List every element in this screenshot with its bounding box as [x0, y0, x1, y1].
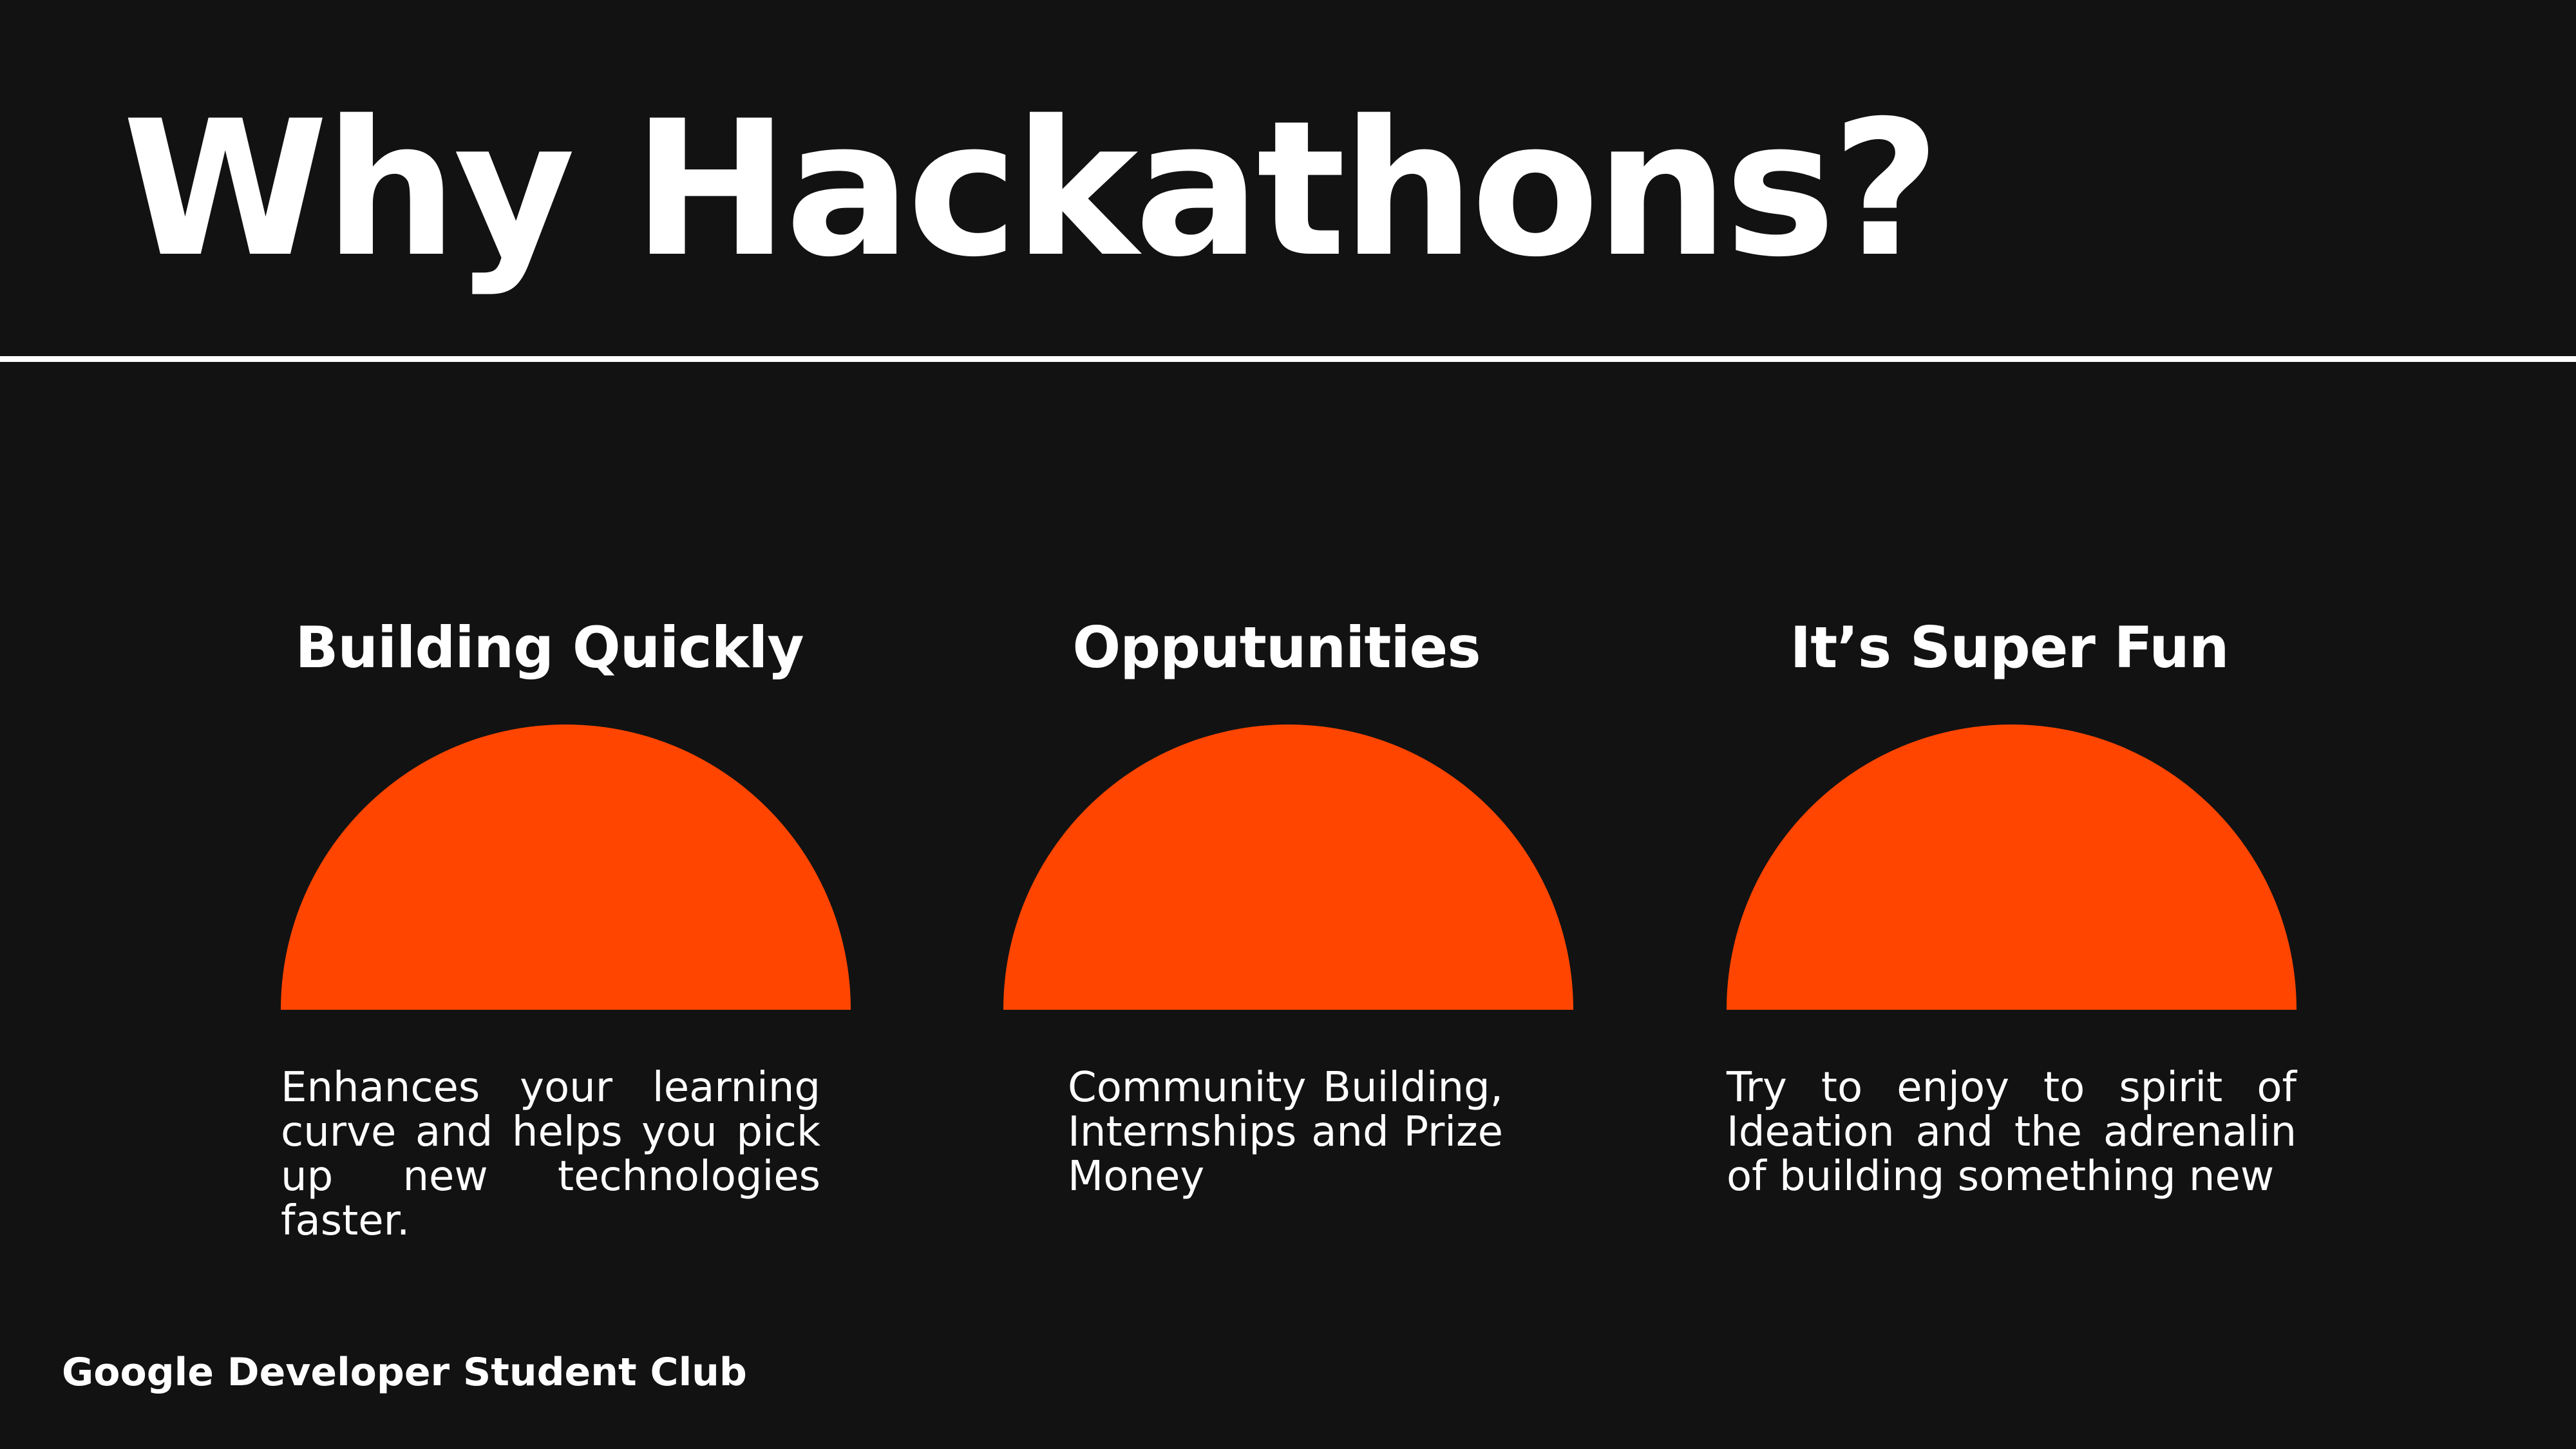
column-heading-building-quickly: Building Quickly	[295, 614, 804, 681]
footer-club-name: Google Developer Student Club	[62, 1350, 747, 1395]
title-divider	[0, 356, 2576, 362]
slide-title: Why Hackathons?	[122, 81, 1940, 298]
column-heading-opportunities: Opputunities	[1072, 614, 1481, 681]
column-description-opportunities: Community Building, Internships and Priz…	[1068, 1064, 1503, 1200]
column-heading-super-fun: It’s Super Fun	[1790, 614, 2229, 681]
column-description-super-fun: Try to enjoy to spirit of Ideation and t…	[1727, 1064, 2297, 1200]
semicircle-shape	[281, 724, 851, 1010]
semicircle-shape	[1003, 724, 1573, 1010]
semicircle-shape	[1727, 724, 2297, 1010]
column-description-building-quickly: Enhances your learning curve and helps y…	[281, 1064, 820, 1245]
